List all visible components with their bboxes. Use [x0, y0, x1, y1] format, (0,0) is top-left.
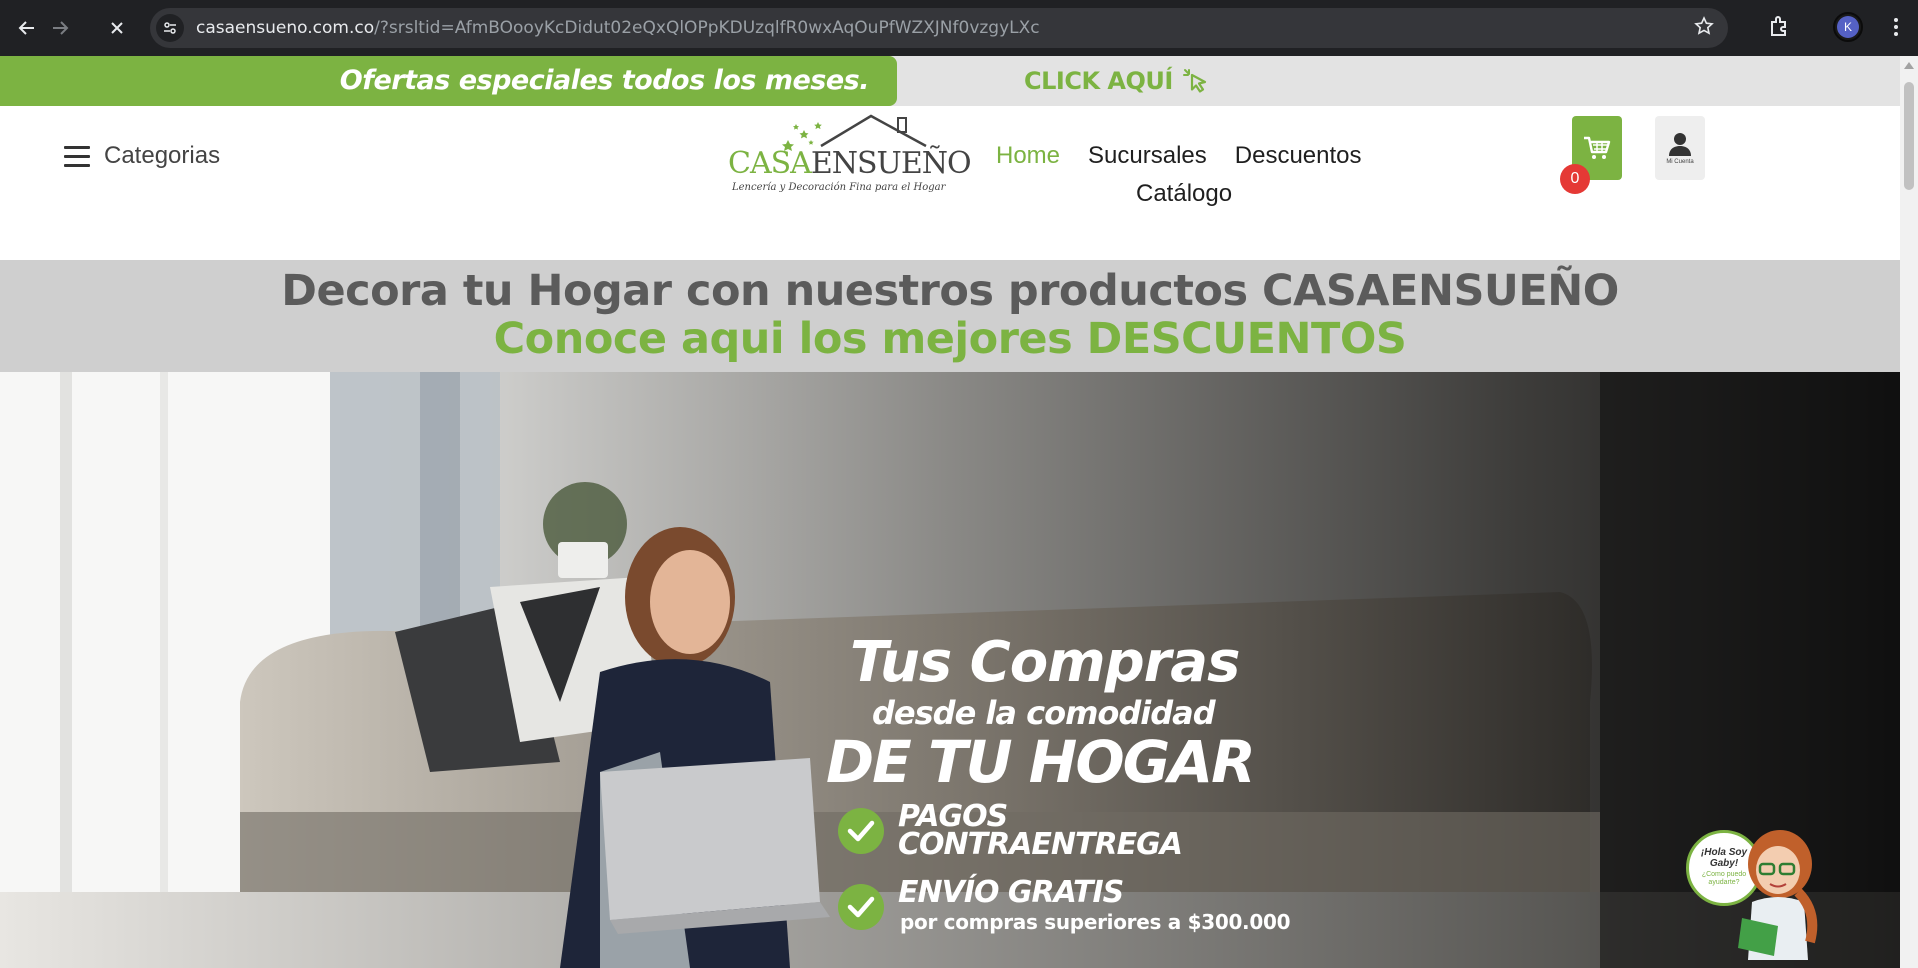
logo-word-casa: CASA	[728, 146, 812, 181]
hero-title-1: Tus Compras	[850, 630, 1240, 695]
assistant-avatar-icon	[1738, 830, 1818, 960]
nav-item-home[interactable]: Home	[996, 142, 1060, 170]
promo-cta-link[interactable]: CLICK AQUÍ	[1024, 56, 1211, 106]
chat-assistant-widget[interactable]: ¡Hola Soy Gaby! ¿Como puedo ayudarte?	[1686, 822, 1822, 968]
nav-item-descuentos[interactable]: Descuentos	[1235, 142, 1362, 170]
hamburger-menu-icon	[64, 145, 90, 167]
logo-tagline: Lencería y Decoración Fina para el Hogar	[732, 182, 946, 193]
promo-banner: Ofertas especiales todos los meses.	[0, 56, 897, 106]
shopping-cart-icon	[1584, 136, 1611, 159]
url-text[interactable]: casaensueno.com.co/?srsltid=AfmBOooyKcDi…	[196, 8, 1040, 48]
url-path: /?srsltid=AfmBOooyKcDidut02eQxQlOPpKDUzq…	[374, 18, 1040, 38]
categories-button[interactable]: Categorias	[64, 142, 220, 170]
feature-2-line-2: por compras superiores a $300.000	[900, 910, 1291, 934]
more-menu-icon[interactable]	[1885, 12, 1907, 42]
feature-1-line-2: CONTRAENTREGA	[898, 827, 1183, 862]
hero-title-2: desde la comodidad	[872, 694, 1216, 732]
hero-banner[interactable]: Tus Compras desde la comodidad DE TU HOG…	[0, 372, 1900, 968]
checkmark-icon	[838, 808, 884, 854]
headline-title: Decora tu Hogar con nuestros productos C…	[281, 266, 1619, 316]
stop-loading-icon[interactable]	[102, 13, 132, 43]
nav-item-sucursales[interactable]: Sucursales	[1088, 142, 1207, 170]
headline-band: Decora tu Hogar con nuestros productos C…	[0, 260, 1900, 372]
scroll-up-arrow-icon[interactable]	[1904, 62, 1914, 69]
logo-word-en: EN	[810, 146, 858, 181]
account-button[interactable]: Mi Cuenta	[1655, 116, 1705, 180]
forward-arrow-icon[interactable]	[45, 13, 75, 43]
address-bar[interactable]: casaensueno.com.co/?srsltid=AfmBOooyKcDi…	[150, 8, 1728, 48]
site-header: Categorias CASAENSUEÑO Lencería y Decora…	[0, 106, 1900, 260]
logo-word-sueno: SUEÑO	[857, 146, 972, 181]
page-scrollbar[interactable]	[1900, 56, 1918, 968]
headline-subtitle[interactable]: Conoce aqui los mejores DESCUENTOS	[0, 314, 1900, 364]
feature-2-line-1: ENVÍO GRATIS	[898, 875, 1124, 910]
page-viewport: Ofertas especiales todos los meses. CLIC…	[0, 56, 1900, 968]
extensions-icon[interactable]	[1767, 13, 1797, 43]
scrollbar-thumb[interactable]	[1904, 82, 1914, 190]
main-nav: Home Sucursales Descuentos Catálogo	[996, 142, 1396, 208]
promo-text: Ofertas especiales todos los meses.	[339, 65, 870, 96]
site-logo[interactable]: CASAENSUEÑO Lencería y Decoración Fina p…	[726, 110, 972, 202]
user-icon	[1669, 133, 1691, 156]
back-arrow-icon[interactable]	[12, 13, 42, 43]
promo-bar: Ofertas especiales todos los meses. CLIC…	[0, 56, 1900, 106]
account-label: Mi Cuenta	[1666, 159, 1694, 165]
cart-count-badge: 0	[1560, 164, 1590, 194]
categories-label: Categorias	[104, 142, 221, 169]
pointer-click-icon	[1182, 69, 1206, 93]
bookmark-star-icon[interactable]	[1694, 16, 1714, 42]
checkmark-icon	[838, 884, 884, 930]
promo-cta-label: CLICK AQUÍ	[1024, 67, 1173, 95]
site-settings-icon[interactable]	[156, 14, 184, 42]
hero-title-3: DE TU HOGAR	[826, 728, 1256, 796]
profile-initial: K	[1837, 16, 1859, 38]
url-domain: casaensueno.com.co	[196, 18, 375, 38]
browser-toolbar: casaensueno.com.co/?srsltid=AfmBOooyKcDi…	[0, 0, 1918, 56]
logo-wordmark: CASAENSUEÑO	[728, 146, 972, 181]
profile-avatar[interactable]: K	[1833, 12, 1863, 42]
nav-item-catalogo[interactable]: Catálogo	[1136, 180, 1232, 207]
